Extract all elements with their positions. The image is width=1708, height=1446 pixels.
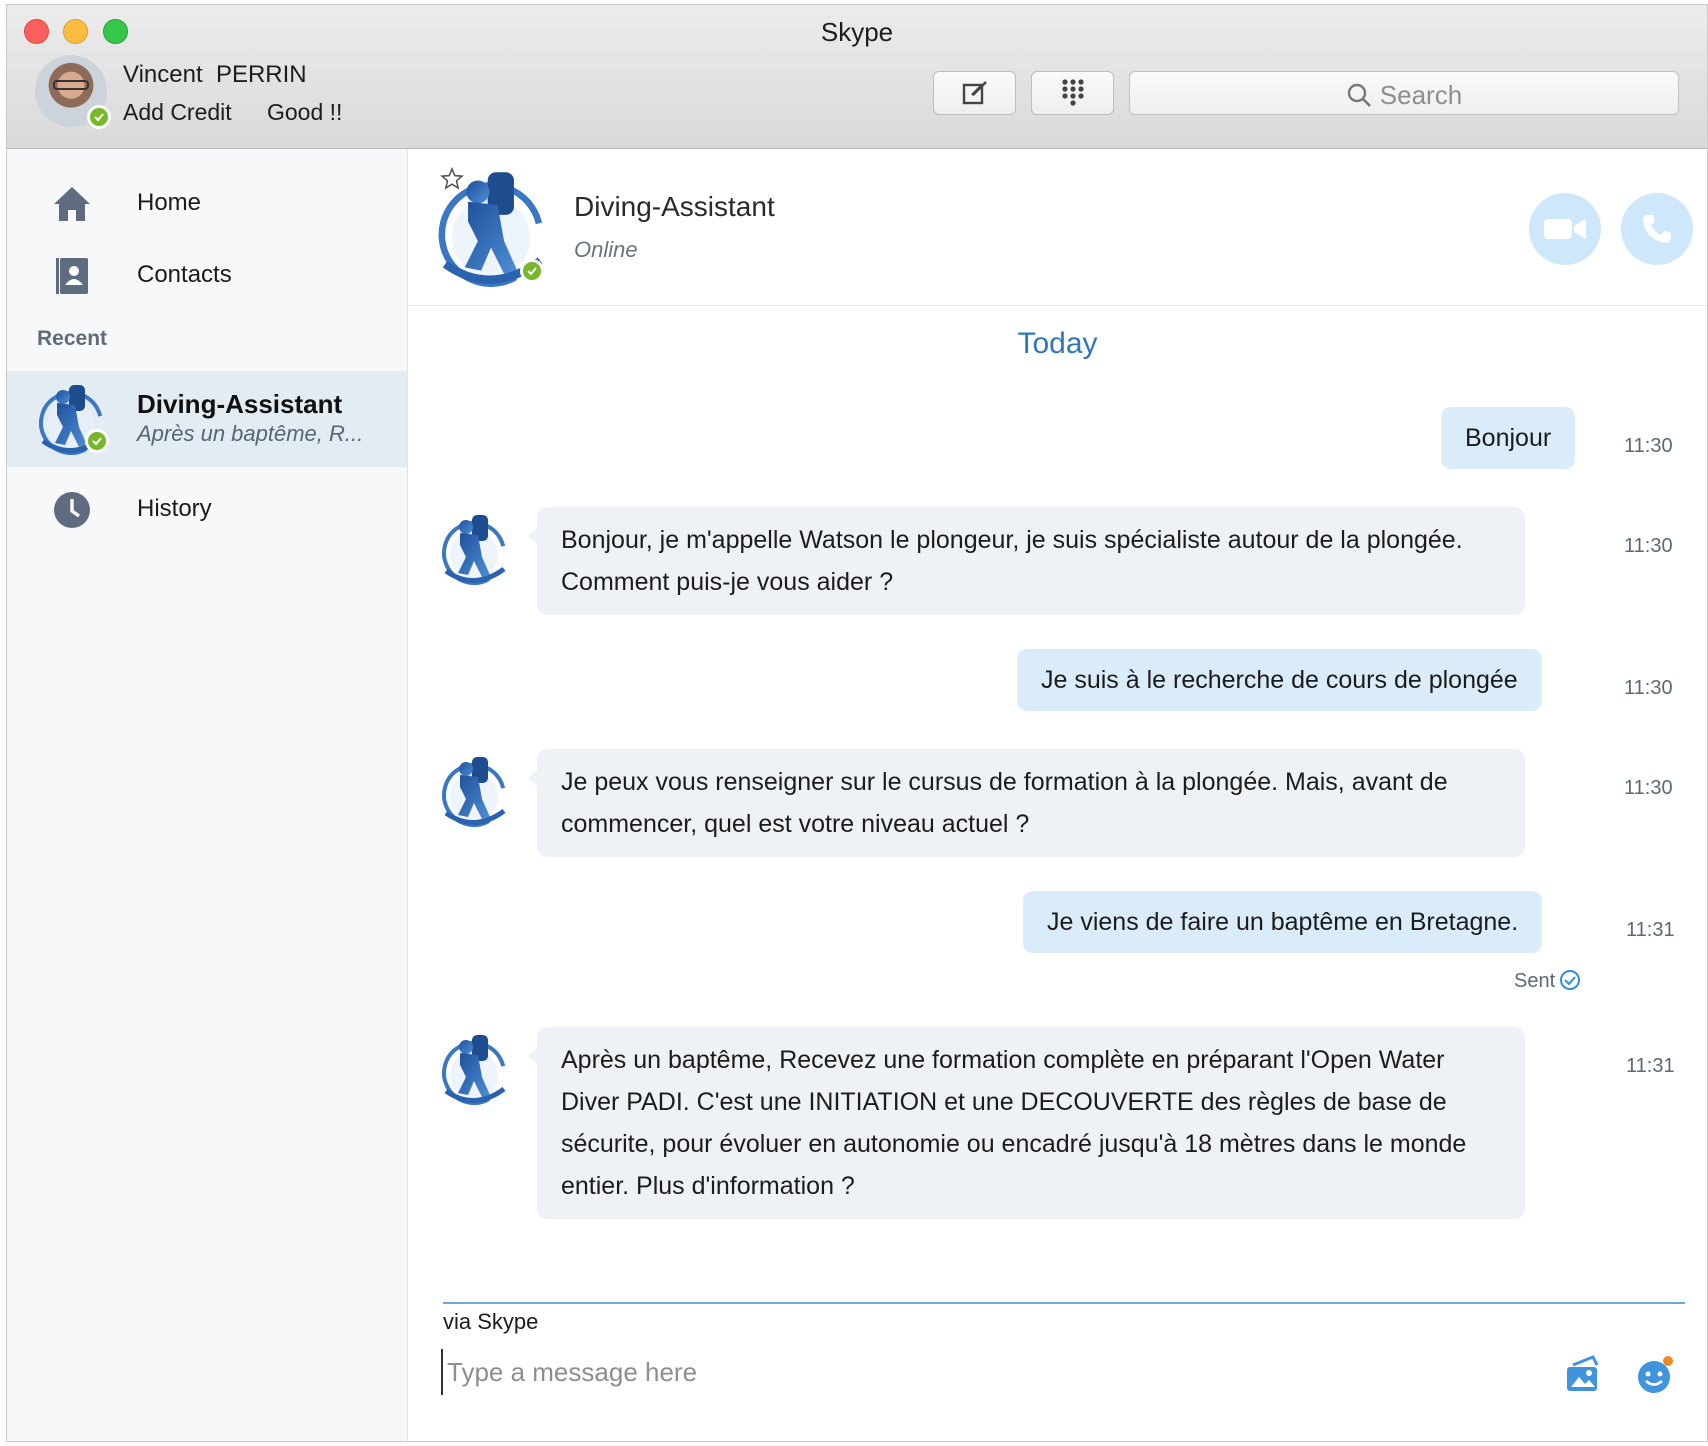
sidebar-item-home[interactable]: Home bbox=[7, 173, 407, 233]
message-time: 11:30 bbox=[1624, 435, 1673, 457]
video-call-button[interactable] bbox=[1529, 193, 1601, 265]
outgoing-message[interactable]: Je viens de faire un baptême en Bretagne… bbox=[1023, 891, 1543, 953]
window-title: Skype bbox=[820, 17, 894, 47]
search-field[interactable]: Search bbox=[1129, 71, 1679, 115]
sidebar-item-history[interactable]: History bbox=[7, 479, 407, 539]
favorite-star-icon[interactable] bbox=[440, 167, 464, 191]
skype-window: Skype Vincent PERRIN Add Credit Good !! bbox=[6, 4, 1708, 1442]
recent-contact-name: Diving-Assistant bbox=[137, 389, 343, 419]
user-avatar[interactable] bbox=[35, 55, 111, 129]
mood-message[interactable]: Good !! bbox=[267, 99, 342, 126]
message-time: 11:31 bbox=[1626, 1055, 1675, 1077]
message-time: 11:30 bbox=[1624, 677, 1673, 699]
incoming-message[interactable]: Je peux vous renseigner sur le cursus de… bbox=[528, 749, 1525, 857]
delivery-receipt: Sent bbox=[1514, 969, 1581, 993]
contacts-icon bbox=[56, 258, 88, 294]
recent-heading: Recent bbox=[37, 327, 108, 350]
media-gallery-icon[interactable] bbox=[1563, 1355, 1603, 1395]
incoming-message[interactable]: Bonjour, je m'appelle Watson le plongeur… bbox=[528, 507, 1525, 615]
phone-icon bbox=[1643, 215, 1671, 243]
dialpad-icon bbox=[1061, 79, 1084, 106]
contact-status: Online bbox=[574, 237, 638, 262]
search-icon bbox=[1347, 83, 1371, 107]
new-conversation-button[interactable] bbox=[933, 71, 1016, 115]
diving-assistant-avatar[interactable] bbox=[438, 1033, 510, 1105]
user-name[interactable]: Vincent PERRIN bbox=[123, 61, 307, 89]
composer-divider bbox=[443, 1302, 1685, 1304]
video-camera-icon bbox=[1544, 219, 1586, 239]
message-time: 11:30 bbox=[1624, 777, 1673, 799]
add-credit-link[interactable]: Add Credit bbox=[123, 99, 232, 126]
online-status-icon bbox=[520, 259, 544, 283]
diving-assistant-avatar[interactable] bbox=[438, 513, 510, 585]
sent-check-icon bbox=[1560, 970, 1581, 990]
sidebar-item-contacts[interactable]: Contacts bbox=[7, 245, 407, 305]
sidebar-item-label: Contacts bbox=[137, 261, 232, 288]
clock-icon bbox=[54, 492, 90, 528]
date-divider: Today bbox=[1017, 327, 1098, 360]
sidebar: Home Contacts Recent Diving-Assistant Ap… bbox=[7, 149, 408, 1441]
outgoing-message[interactable]: Je suis à le recherche de cours de plong… bbox=[1017, 649, 1542, 711]
message-time: 11:30 bbox=[1624, 535, 1673, 557]
emoji-icon[interactable] bbox=[1635, 1355, 1675, 1395]
online-status-icon bbox=[87, 105, 111, 129]
chat-header: Diving-Assistant Online bbox=[408, 149, 1707, 306]
outgoing-message[interactable]: Bonjour bbox=[1441, 407, 1576, 469]
incoming-message[interactable]: Après un baptême, Recevez une formation … bbox=[528, 1027, 1525, 1219]
home-icon bbox=[54, 187, 90, 221]
message-time: 11:31 bbox=[1626, 919, 1675, 941]
contact-name[interactable]: Diving-Assistant bbox=[574, 191, 775, 223]
title-bar: Skype Vincent PERRIN Add Credit Good !! bbox=[7, 5, 1707, 149]
message-input[interactable] bbox=[441, 1349, 1449, 1395]
audio-call-button[interactable] bbox=[1621, 193, 1693, 265]
compose-icon bbox=[962, 81, 987, 105]
sidebar-item-label: Home bbox=[137, 189, 202, 216]
sidebar-item-label: History bbox=[137, 495, 212, 522]
recent-conversation-item[interactable]: Diving-Assistant Après un baptême, R... bbox=[7, 371, 407, 467]
avatar-glasses bbox=[53, 80, 89, 90]
recent-message-preview: Après un baptême, R... bbox=[137, 421, 364, 446]
diving-assistant-avatar[interactable] bbox=[438, 755, 510, 827]
search-placeholder: Search bbox=[1379, 80, 1463, 110]
dialpad-button[interactable] bbox=[1031, 71, 1114, 115]
via-skype-label: via Skype bbox=[443, 1309, 539, 1334]
receipt-label: Sent bbox=[1514, 970, 1556, 992]
online-status-icon bbox=[85, 429, 109, 453]
